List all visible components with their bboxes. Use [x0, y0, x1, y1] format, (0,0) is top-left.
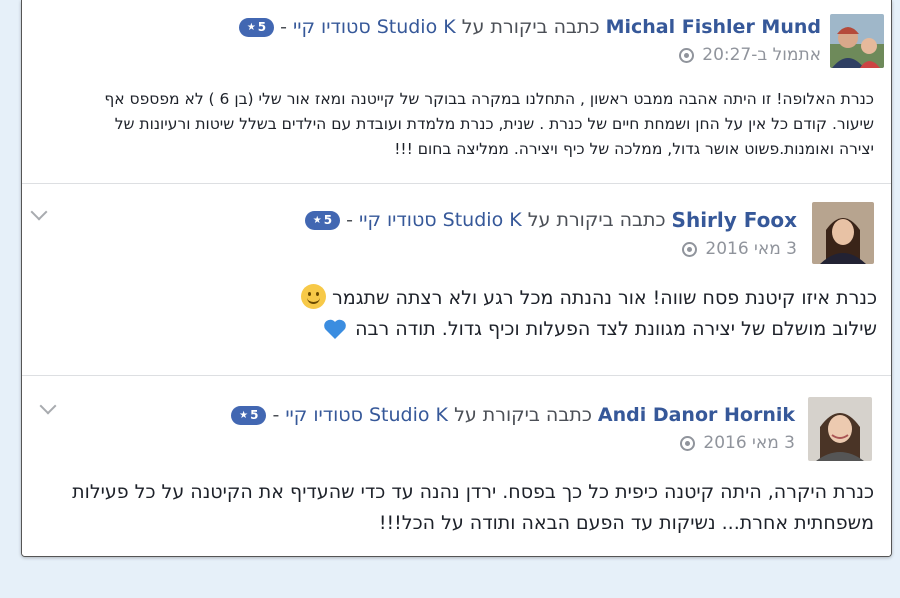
review-action-text: כתבה ביקורת על — [454, 404, 592, 426]
review-body: כנרת האלופה! זו היתה אהבה ממבט ראשון , ה… — [104, 87, 874, 162]
review-action-text: כתבה ביקורת על — [461, 16, 600, 38]
reviewer-name-link[interactable]: Shirly Foox — [672, 208, 797, 232]
avatar[interactable] — [812, 202, 874, 264]
review-header: Michal Fishler Mund כתבה ביקורת על Studi… — [238, 16, 821, 38]
review-header: Andi Danor Hornik כתבה ביקורת על Studio … — [231, 404, 795, 426]
review-line: יצירה ואומנות.פשוט אושר גדול, ממלכה של כ… — [394, 140, 874, 158]
review-line: כנרת איזו קיטנת פסח שווה! אור נהנתה מכל … — [332, 287, 877, 309]
rating-badge[interactable]: ★ 5 — [238, 17, 275, 37]
review-timestamp[interactable]: 3 מאי 2016 — [703, 433, 795, 453]
page-name-link[interactable]: Studio K סטודיו קיי — [285, 404, 448, 426]
review-header: Shirly Foox כתבה ביקורת על Studio K סטוד… — [304, 208, 797, 232]
star-icon: ★ — [239, 409, 249, 421]
review-line: שילוב מושלם של יצירה מגוונת לצד הפעלות ו… — [355, 318, 877, 340]
reviewer-name-link[interactable]: Andi Danor Hornik — [598, 404, 795, 426]
page-name-link[interactable]: Studio K סטודיו קיי — [359, 209, 522, 231]
avatar[interactable] — [830, 14, 884, 68]
rating-badge[interactable]: ★ 5 — [231, 405, 267, 425]
globe-icon — [680, 435, 696, 451]
review-card: Andi Danor Hornik כתבה ביקורת על Studio … — [22, 375, 891, 556]
globe-icon — [679, 47, 695, 63]
review-meta: אתמול ב-20:27 — [679, 45, 821, 65]
page-name-link[interactable]: Studio K סטודיו קיי — [293, 16, 456, 38]
globe-icon — [682, 241, 698, 257]
rating-badge[interactable]: ★ 5 — [304, 210, 341, 230]
star-icon: ★ — [246, 21, 256, 33]
review-body: כנרת היקרה, היתה קיטנה כיפית כל כך בפסח.… — [72, 477, 874, 539]
review-card: Michal Fishler Mund כתבה ביקורת על Studi… — [22, 0, 891, 183]
chevron-down-icon[interactable] — [30, 203, 48, 221]
review-action-text: כתבה ביקורת על — [527, 209, 666, 231]
review-timestamp[interactable]: אתמול ב-20:27 — [702, 45, 821, 65]
review-timestamp[interactable]: 3 מאי 2016 — [705, 239, 797, 259]
chevron-down-icon[interactable] — [39, 397, 57, 415]
separator: - — [280, 16, 287, 38]
smile-emoji-icon — [301, 284, 327, 309]
review-meta: 3 מאי 2016 — [682, 239, 797, 259]
avatar[interactable] — [808, 397, 872, 461]
review-body: כנרת איזו קיטנת פסח שווה! אור נהנתה מכל … — [297, 283, 877, 350]
rating-value: 5 — [250, 408, 259, 422]
separator: - — [272, 404, 280, 426]
reviewer-name-link[interactable]: Michal Fishler Mund — [606, 16, 821, 38]
review-line: משפחתית אחרת... נשיקות עד הפעם הבאה ותוד… — [378, 512, 874, 534]
blue-heart-icon — [323, 318, 347, 350]
separator: - — [346, 209, 353, 231]
rating-value: 5 — [257, 20, 267, 34]
rating-value: 5 — [323, 213, 333, 227]
review-card: Shirly Foox כתבה ביקורת על Studio K סטוד… — [22, 183, 891, 375]
review-line: כנרת האלופה! זו היתה אהבה ממבט ראשון , ה… — [104, 90, 874, 108]
review-line: שיעור. קודם כל אין על החן ושמחת חיים של … — [114, 115, 874, 133]
reviews-panel: Michal Fishler Mund כתבה ביקורת על Studi… — [21, 0, 892, 557]
review-line: כנרת היקרה, היתה קיטנה כיפית כל כך בפסח.… — [72, 481, 874, 503]
review-meta: 3 מאי 2016 — [680, 433, 795, 453]
star-icon: ★ — [312, 214, 322, 226]
